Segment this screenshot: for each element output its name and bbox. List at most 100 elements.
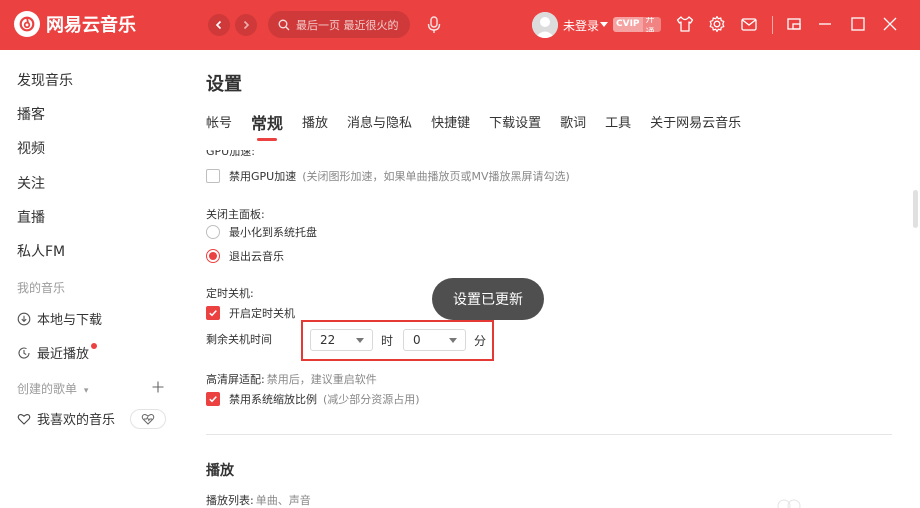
minimize-to-tray-radio[interactable] [206, 225, 220, 239]
tab-messages-privacy[interactable]: 消息与隐私 [347, 114, 412, 134]
close-button[interactable] [880, 14, 900, 34]
back-button[interactable] [208, 14, 230, 36]
timer-section-title: 定时关机: [206, 287, 254, 300]
created-playlists-heading[interactable]: 创建的歌单 ▾ [17, 380, 88, 397]
tab-general[interactable]: 常规 [251, 114, 283, 141]
user-avatar-icon [532, 12, 558, 38]
gpu-option-label: 禁用GPU加速 [229, 170, 297, 183]
playlist-setting-title: 播放列表: [206, 494, 254, 507]
vip-badge-label: CVIP [613, 17, 643, 32]
voice-search-button[interactable] [424, 13, 444, 37]
close-panel-option-exit[interactable]: 退出云音乐 [206, 248, 284, 264]
settings-content: GPU加速: 禁用GPU加速 (关闭图形加速，如果单曲播放页或MV播放黑屏请勾选… [206, 150, 892, 508]
playlist-setting-row: 播放列表: 单曲、声音 [206, 492, 311, 508]
envelope-icon [741, 18, 757, 31]
netease-logo-icon [14, 11, 40, 37]
chevron-left-icon [215, 20, 222, 30]
hidpi-disable-checkbox[interactable] [206, 392, 220, 406]
chevron-right-icon [243, 20, 250, 30]
vip-badge-sub: 开通 [645, 17, 655, 32]
titlebar-divider [772, 16, 773, 34]
minimize-button[interactable] [815, 14, 835, 34]
heart-mode-button[interactable] [130, 409, 166, 429]
sidebar-item-follow[interactable]: 关注 [17, 173, 45, 193]
avatar[interactable] [532, 12, 558, 38]
chevron-down-icon [449, 338, 457, 343]
sidebar-item-podcast[interactable]: 播客 [17, 104, 45, 124]
tab-lyrics[interactable]: 歌词 [560, 114, 586, 134]
close-icon [883, 17, 897, 31]
exit-app-radio[interactable] [206, 249, 220, 263]
hidpi-title-row: 高清屏适配: 禁用后，建议重启软件 [206, 371, 377, 387]
chevron-down-icon: ▾ [83, 386, 89, 396]
hidpi-section-title: 高清屏适配: [206, 373, 265, 386]
search-input[interactable]: 最后一页 最近很火的 [296, 17, 399, 33]
app-logo[interactable]: 网易云音乐 [14, 11, 136, 37]
sidebar-item-label: 最近播放 [37, 347, 90, 362]
timer-enable-row[interactable]: 开启定时关机 [206, 305, 295, 321]
heartbeat-icon [141, 414, 155, 425]
app-name: 网易云音乐 [46, 15, 136, 36]
login-status[interactable]: 未登录 [563, 17, 599, 34]
sidebar: 发现音乐 播客 视频 关注 直播 私人FM 我的音乐 本地与下载 最近播放 创建… [0, 50, 178, 508]
messages-button[interactable] [739, 14, 759, 34]
gpu-option-row[interactable]: 禁用GPU加速 (关闭图形加速，如果单曲播放页或MV播放黑屏请勾选) [206, 168, 570, 184]
forward-button[interactable] [235, 14, 257, 36]
maximize-button[interactable] [848, 14, 868, 34]
sidebar-item-discover[interactable]: 发现音乐 [17, 70, 73, 90]
my-music-heading: 我的音乐 [17, 281, 66, 295]
timer-enable-checkbox[interactable] [206, 306, 220, 320]
clock-icon [18, 347, 30, 359]
tab-tools[interactable]: 工具 [605, 114, 631, 134]
sidebar-item-recent-play[interactable]: 最近播放 [17, 342, 98, 362]
settings-button[interactable] [707, 14, 727, 34]
hidpi-option-note: (减少部分资源占用) [323, 393, 420, 406]
hidpi-note: 禁用后，建议重启软件 [266, 373, 377, 386]
mini-player-icon [787, 18, 801, 30]
created-playlists-label: 创建的歌单 [17, 382, 78, 396]
hidpi-option-row[interactable]: 禁用系统缩放比例 (减少部分资源占用) [206, 391, 420, 407]
close-panel-section-title: 关闭主面板: [206, 208, 265, 221]
tab-shortcuts[interactable]: 快捷键 [431, 114, 470, 134]
gpu-section-title: GPU加速: [206, 150, 255, 158]
sidebar-item-live[interactable]: 直播 [17, 207, 45, 227]
chevron-down-icon [356, 338, 364, 343]
tab-about[interactable]: 关于网易云音乐 [650, 114, 741, 134]
sidebar-item-local-download[interactable]: 本地与下载 [17, 309, 102, 328]
search-box[interactable]: 最后一页 最近很火的 [268, 11, 410, 38]
sidebar-item-label: 我喜欢的音乐 [37, 413, 116, 428]
sidebar-item-video[interactable]: 视频 [17, 138, 45, 158]
hours-select[interactable]: 22 [310, 329, 373, 351]
hidpi-option-label: 禁用系统缩放比例 [229, 393, 317, 406]
page-title: 设置 [206, 74, 242, 95]
create-playlist-button[interactable] [151, 379, 165, 393]
remaining-time-label: 剩余关机时间 [206, 333, 272, 346]
title-bar: 网易云音乐 最后一页 最近很火的 未登录 CVIP 开通 [0, 0, 920, 50]
chevron-down-icon[interactable] [600, 22, 608, 27]
gpu-option-note: (关闭图形加速，如果单曲播放页或MV播放黑屏请勾选) [302, 170, 570, 183]
download-icon [17, 312, 31, 325]
gear-icon [709, 15, 725, 33]
minimize-to-tray-label: 最小化到系统托盘 [229, 226, 317, 239]
gpu-disable-checkbox[interactable] [206, 169, 220, 183]
search-icon [278, 19, 290, 30]
microphone-icon [427, 16, 441, 33]
maximize-icon [851, 17, 865, 31]
sidebar-item-liked-music[interactable]: 我喜欢的音乐 [17, 409, 115, 428]
tab-download-settings[interactable]: 下载设置 [489, 114, 541, 134]
skin-button[interactable] [675, 14, 695, 34]
hours-value: 22 [320, 333, 336, 347]
minimize-icon [819, 23, 831, 25]
close-panel-option-minimize[interactable]: 最小化到系统托盘 [206, 224, 317, 240]
mini-mode-button[interactable] [784, 14, 804, 34]
settings-panel: 设置 帐号 常规 播放 消息与隐私 快捷键 下载设置 歌词 工具 关于网易云音乐… [178, 50, 920, 508]
plus-icon [152, 381, 164, 393]
vip-badge[interactable]: CVIP 开通 [613, 17, 661, 32]
scrollbar-thumb[interactable] [913, 190, 918, 228]
tab-account[interactable]: 帐号 [206, 114, 232, 134]
tab-playback[interactable]: 播放 [302, 114, 328, 134]
exit-app-label: 退出云音乐 [229, 250, 284, 263]
minutes-select[interactable]: 0 [403, 329, 466, 351]
sidebar-item-personal-fm[interactable]: 私人FM [17, 241, 65, 261]
playback-section-title: 播放 [206, 463, 234, 479]
